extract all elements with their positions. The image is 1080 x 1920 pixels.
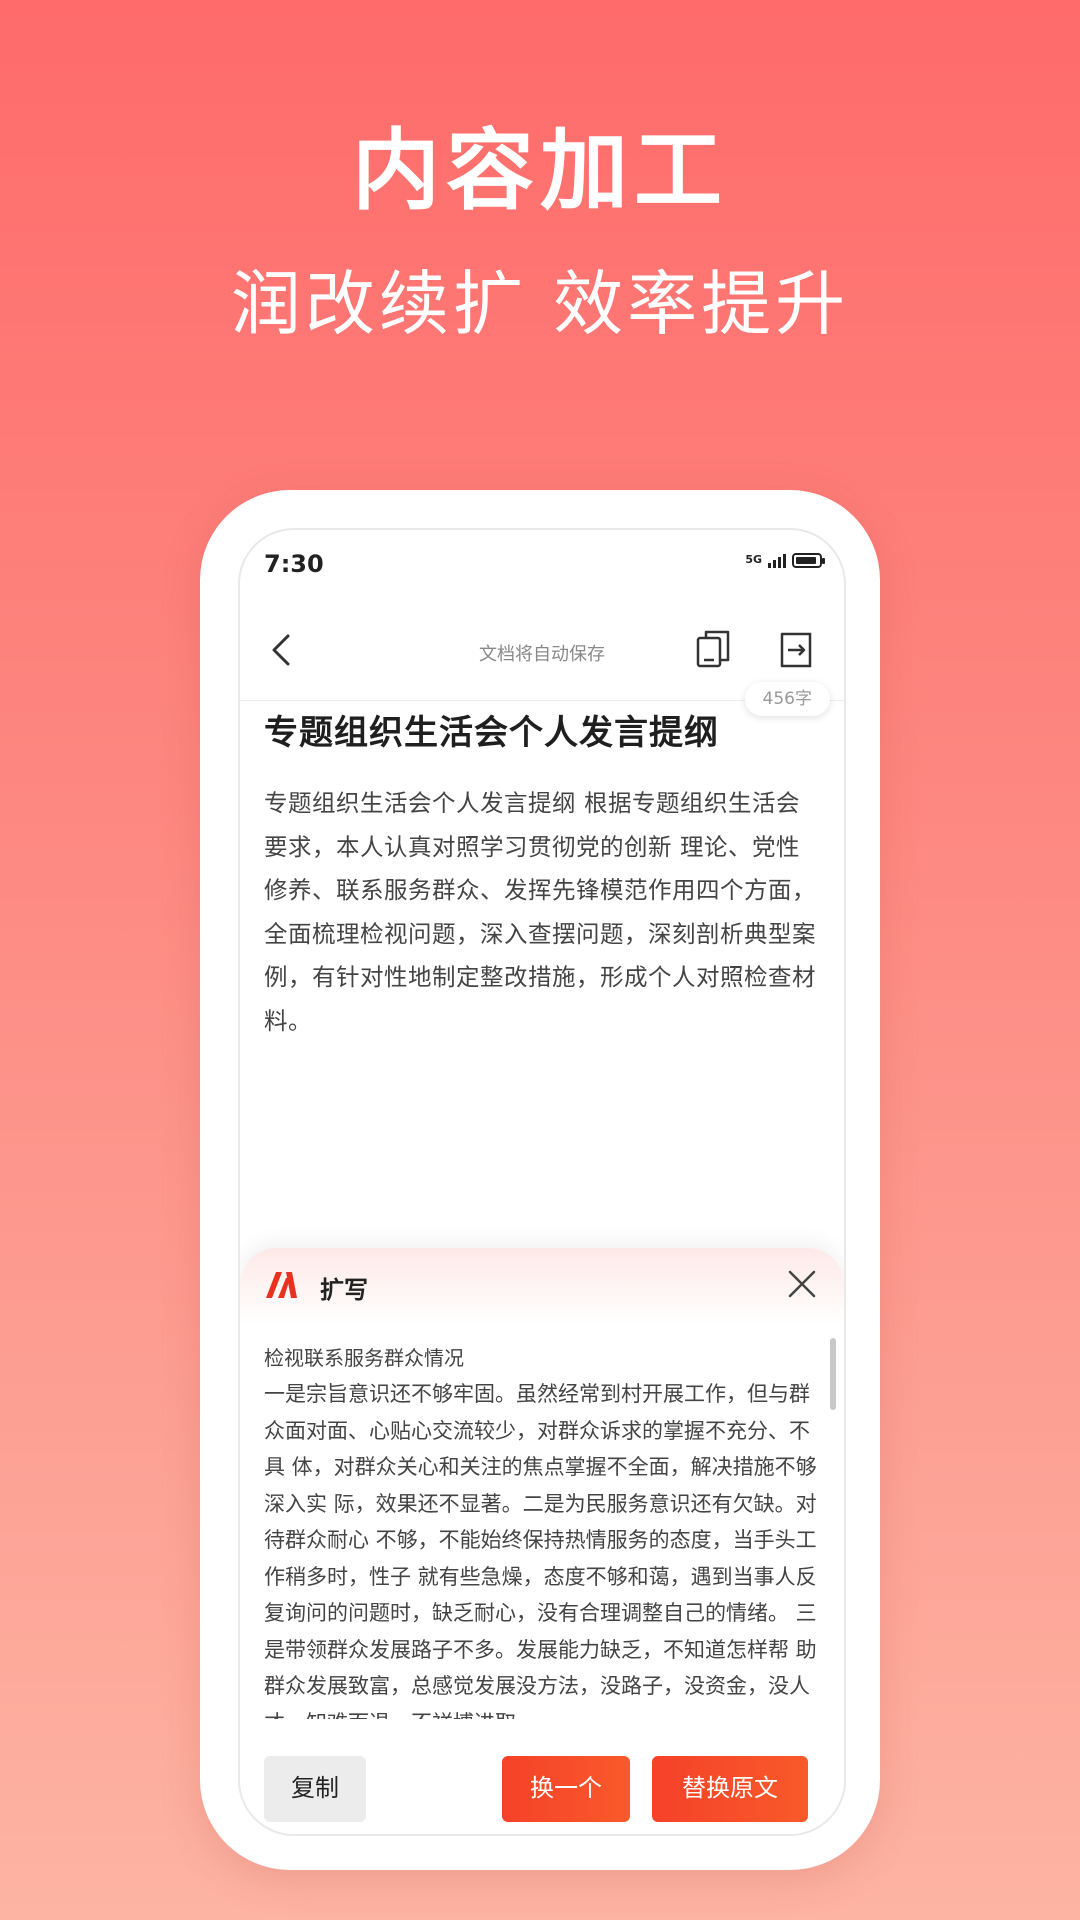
panel-subtitle: 检视联系服务群众情况 <box>264 1346 464 1370</box>
promo-headline: 内容加工 <box>351 119 728 222</box>
replace-original-button[interactable]: 替换原文 <box>652 1756 808 1822</box>
expanded-text: 一是宗旨意识还不够牢固。虽然经常到村开展工作，但与群 众面对面、心贴心交流较少，… <box>264 1382 817 1719</box>
panel-scrollbar[interactable] <box>830 1338 836 1410</box>
close-icon[interactable] <box>784 1266 820 1302</box>
document-title[interactable]: 专题组织生活会个人发言提纲 <box>264 705 824 754</box>
status-time: 7:30 <box>264 550 324 578</box>
status-icons: 5G <box>745 552 825 568</box>
phone-frame: 7:30 5G 文档将自动保存 456字 专题组织生活会个人发言提纲 专题组织生… <box>200 490 880 1870</box>
signal-icon <box>768 552 786 568</box>
document-body[interactable]: 专题组织生活会个人发言提纲 根据专题组织生活会要求，本人认真对照学习贯彻党的创新… <box>264 782 820 1043</box>
copy-button[interactable]: 复制 <box>264 1756 366 1822</box>
copy-document-icon[interactable] <box>692 626 736 674</box>
status-bar: 7:30 5G <box>240 530 844 600</box>
autosave-notice: 文档将自动保存 <box>479 644 605 665</box>
regenerate-button[interactable]: 换一个 <box>502 1756 630 1822</box>
phone-screen: 7:30 5G 文档将自动保存 456字 专题组织生活会个人发言提纲 专题组织生… <box>238 528 846 1836</box>
promo-subline: 润改续扩 效率提升 <box>230 263 850 345</box>
network-type-label: 5G <box>745 553 762 566</box>
battery-icon <box>792 552 825 568</box>
export-icon[interactable] <box>774 626 818 674</box>
panel-title: 扩写 <box>320 1275 368 1304</box>
expand-panel: 扩写 检视联系服务群众情况 一是宗旨意识还不够牢固。虽然经常到村开展工作，但与群… <box>240 1248 844 1834</box>
app-logo-icon <box>264 1270 298 1300</box>
